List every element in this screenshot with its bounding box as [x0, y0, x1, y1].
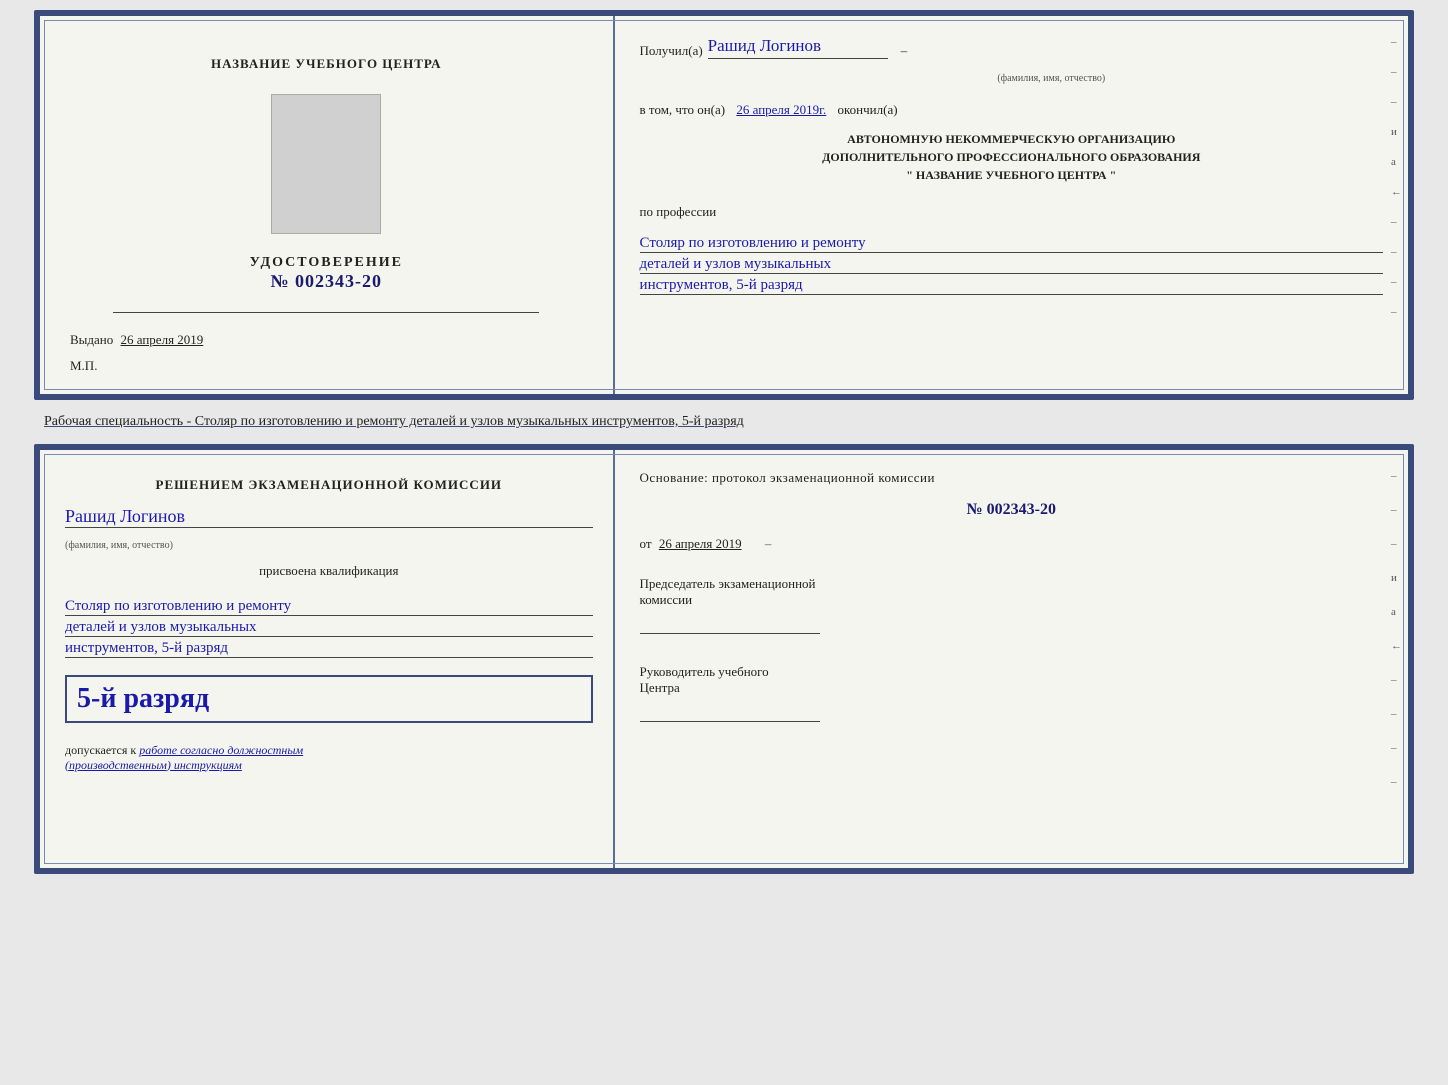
date-line: в том, что он(а) 26 апреля 2019г. окончи… — [640, 102, 1383, 118]
protocol-date: от 26 апреля 2019 – — [640, 536, 1383, 552]
highlighted-box: 5-й разряд — [65, 675, 593, 723]
bottom-right-panel: – – – и а ← – – – – Основание: протокол … — [615, 450, 1408, 868]
qualification-lines: Столяр по изготовлению и ремонту деталей… — [65, 595, 593, 661]
profession-line1: Столяр по изготовлению и ремонту — [640, 235, 1383, 253]
bdash5: а — [1391, 606, 1402, 618]
dash5: а — [1391, 156, 1402, 168]
chairman-signature-line — [640, 633, 820, 634]
qual-line2: деталей и узлов музыкальных — [65, 619, 593, 637]
bdash7: – — [1391, 674, 1402, 686]
certificate-title: УДОСТОВЕРЕНИЕ № 002343-20 — [250, 255, 403, 292]
date-prefix: от — [640, 536, 652, 551]
profession-label: по профессии — [640, 204, 1383, 220]
specialty-text: Рабочая специальность - Столяр по изгото… — [34, 408, 1414, 436]
received-label: Получил(а) — [640, 43, 703, 59]
bdash4: и — [1391, 572, 1402, 584]
date-value: 26 апреля 2019г. — [736, 102, 826, 117]
basis-text: Основание: протокол экзаменационной коми… — [640, 470, 1383, 486]
issued-label: Выдано — [70, 332, 113, 347]
org-line3: " НАЗВАНИЕ УЧЕБНОГО ЦЕНТРА " — [906, 168, 1116, 182]
allowed-value: работе согласно должностным — [139, 743, 303, 757]
bottom-left-panel: Решением экзаменационной комиссии Рашид … — [40, 450, 615, 868]
head-text: Руководитель учебного Центра — [640, 664, 1383, 696]
allowed-value2: (производственным) инструкциям — [65, 758, 242, 772]
org-name-top: НАЗВАНИЕ УЧЕБНОГО ЦЕНТРА — [211, 56, 442, 72]
dash-right: – — [901, 43, 908, 59]
head-signature-line — [640, 721, 820, 722]
dash8: – — [1391, 246, 1402, 258]
profession-lines: Столяр по изготовлению и ремонту деталей… — [640, 232, 1383, 298]
protocol-date-value: 26 апреля 2019 — [659, 536, 742, 551]
mp-label: М.П. — [60, 358, 97, 374]
issued-date: Выдано 26 апреля 2019 — [60, 332, 203, 348]
recipient-line: Получил(а) Рашид Логинов – — [640, 36, 1383, 59]
dash4: и — [1391, 126, 1402, 138]
date-label: в том, что он(а) — [640, 102, 726, 117]
bdash8: – — [1391, 708, 1402, 720]
dash7: – — [1391, 216, 1402, 228]
side-dashes-top: – – – и а ← – – – – — [1391, 36, 1402, 318]
bottom-document: Решением экзаменационной комиссии Рашид … — [34, 444, 1414, 874]
chairman-text: Председатель экзаменационной комиссии — [640, 576, 1383, 608]
top-right-panel: – – – и а ← – – – – Получил(а) Рашид Лог… — [615, 16, 1408, 394]
bdash2: – — [1391, 504, 1402, 516]
top-left-panel: НАЗВАНИЕ УЧЕБНОГО ЦЕНТРА УДОСТОВЕРЕНИЕ №… — [40, 16, 615, 394]
bdash3: – — [1391, 538, 1402, 550]
side-dashes-bottom: – – – и а ← – – – – — [1391, 470, 1402, 788]
head-line2: Центра — [640, 680, 680, 695]
dash10: – — [1391, 306, 1402, 318]
document-wrapper: НАЗВАНИЕ УЧЕБНОГО ЦЕНТРА УДОСТОВЕРЕНИЕ №… — [34, 10, 1414, 874]
finished-label: окончил(а) — [838, 102, 898, 117]
dash9: – — [1391, 276, 1402, 288]
dash2: – — [1391, 66, 1402, 78]
highlighted-label: 5-й разряд — [77, 683, 581, 715]
bdash9: – — [1391, 742, 1402, 754]
allowed-text: допускается к работе согласно должностны… — [65, 743, 593, 773]
fio-hint-bottom: (фамилия, имя, отчество) — [65, 540, 593, 551]
issued-date-value: 26 апреля 2019 — [121, 332, 204, 347]
dash6: ← — [1391, 186, 1402, 198]
cert-number: № 002343-20 — [270, 271, 382, 291]
profession-line2: деталей и узлов музыкальных — [640, 256, 1383, 274]
fio-hint-top: (фамилия, имя, отчество) — [720, 73, 1383, 84]
chairman-line1: Председатель экзаменационной — [640, 576, 816, 591]
qual-line3: инструментов, 5-й разряд — [65, 640, 593, 658]
qual-line1: Столяр по изготовлению и ремонту — [65, 598, 593, 616]
cert-label: УДОСТОВЕРЕНИЕ — [250, 255, 403, 271]
org-description: АВТОНОМНУЮ НЕКОММЕРЧЕСКУЮ ОРГАНИЗАЦИЮ ДО… — [640, 130, 1383, 184]
assigned-text: присвоена квалификация — [65, 563, 593, 579]
org-line1: АВТОНОМНУЮ НЕКОММЕРЧЕСКУЮ ОРГАНИЗАЦИЮ — [847, 132, 1175, 146]
allowed-label: допускается к — [65, 743, 136, 757]
org-line2: ДОПОЛНИТЕЛЬНОГО ПРОФЕССИОНАЛЬНОГО ОБРАЗО… — [822, 150, 1200, 164]
recipient-name: Рашид Логинов — [708, 36, 888, 59]
dash1: – — [1391, 36, 1402, 48]
top-document: НАЗВАНИЕ УЧЕБНОГО ЦЕНТРА УДОСТОВЕРЕНИЕ №… — [34, 10, 1414, 400]
decision-text: Решением экзаменационной комиссии — [65, 475, 593, 495]
divider-line — [113, 312, 539, 313]
photo-placeholder — [271, 94, 381, 234]
decision-name: Рашид Логинов — [65, 506, 593, 528]
bdash10: – — [1391, 776, 1402, 788]
dash3: – — [1391, 96, 1402, 108]
bdash6: ← — [1391, 640, 1402, 652]
bdash1: – — [1391, 470, 1402, 482]
head-line1: Руководитель учебного — [640, 664, 769, 679]
chairman-line2: комиссии — [640, 592, 693, 607]
dash-right-bottom: – — [765, 536, 772, 551]
protocol-number: № 002343-20 — [640, 501, 1383, 519]
profession-line3: инструментов, 5-й разряд — [640, 277, 1383, 295]
